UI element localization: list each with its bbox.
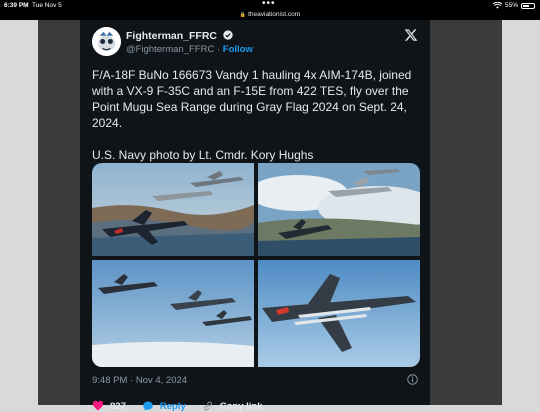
left-margin bbox=[0, 20, 38, 405]
media-grid[interactable] bbox=[92, 163, 420, 367]
post-timestamp[interactable]: 9:48 PM · Nov 4, 2024 bbox=[92, 375, 187, 386]
speech-bubble-icon bbox=[143, 401, 153, 411]
info-icon[interactable] bbox=[407, 374, 418, 385]
address-bar[interactable]: 🔒 theaviationist.com bbox=[0, 11, 540, 18]
wifi-icon bbox=[492, 2, 502, 9]
separator-dot: · bbox=[216, 44, 221, 55]
link-icon bbox=[203, 401, 212, 411]
heart-icon bbox=[92, 400, 104, 411]
lock-icon: 🔒 bbox=[239, 12, 247, 18]
address-url: theaviationist.com bbox=[248, 11, 301, 18]
copy-link-label: Copy link bbox=[219, 400, 263, 412]
photo-1[interactable] bbox=[92, 163, 254, 256]
follow-button[interactable]: Follow bbox=[223, 44, 253, 55]
handle-row: @Fighterman_FFRC · Follow bbox=[126, 44, 253, 55]
author-name-text: Fighterman_FFRC bbox=[126, 30, 218, 42]
avatar[interactable] bbox=[92, 27, 121, 56]
reply-label: Reply bbox=[159, 400, 186, 412]
status-date: Tue Nov 5 bbox=[32, 2, 62, 9]
post-actions: 827 Reply Copy link bbox=[92, 400, 279, 412]
x-logo-icon[interactable] bbox=[404, 28, 418, 42]
author-name[interactable]: Fighterman_FFRC bbox=[126, 30, 233, 42]
author-handle[interactable]: @Fighterman_FFRC bbox=[126, 44, 214, 55]
like-count: 827 bbox=[110, 400, 126, 412]
like-button[interactable]: 827 bbox=[92, 400, 126, 412]
status-bar: 6:39 PM Tue Nov 5 ••• 🔒 theaviationist.co… bbox=[0, 0, 540, 20]
status-time: 6:39 PM bbox=[4, 2, 29, 9]
post-text: F/A-18F BuNo 166673 Vandy 1 hauling 4x A… bbox=[92, 68, 412, 162]
status-indicators: 55% bbox=[492, 2, 535, 9]
photo-4[interactable] bbox=[258, 260, 420, 367]
battery-percent: 55% bbox=[504, 2, 518, 9]
battery-icon bbox=[521, 2, 535, 9]
reply-button[interactable]: Reply bbox=[142, 400, 186, 412]
copy-link-button[interactable]: Copy link bbox=[202, 400, 263, 412]
embedded-post[interactable]: Fighterman_FFRC @Fighterman_FFRC · Follo… bbox=[80, 20, 430, 412]
multitask-dots-icon[interactable]: ••• bbox=[262, 0, 276, 9]
photo-2[interactable] bbox=[258, 163, 420, 256]
photo-3[interactable] bbox=[92, 260, 254, 367]
right-margin bbox=[502, 20, 540, 405]
verified-badge-icon bbox=[223, 30, 233, 40]
